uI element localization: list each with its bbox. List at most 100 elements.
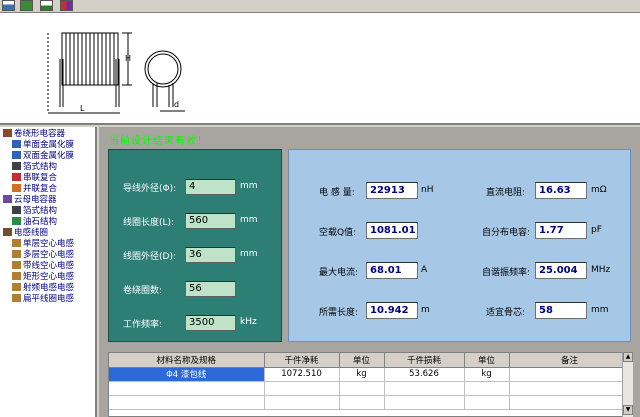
table-cell[interactable] [384,381,465,396]
frequency-input[interactable]: 3500 [185,315,236,331]
table-row[interactable] [109,381,628,396]
film-icon [12,140,21,148]
column-header[interactable]: 千件损耗 [384,353,465,368]
new-icon[interactable] [2,0,15,11]
table-cell[interactable]: 1072.510 [264,367,340,382]
column-header[interactable]: 材料名称及规格 [109,353,265,368]
tree-item[interactable]: 箔式结构 [12,162,57,173]
output-unit: pF [591,225,602,235]
tree-item[interactable]: 双面金属化膜 [12,151,74,162]
coil-diameter-input[interactable]: 36 [185,247,236,263]
table-cell[interactable] [339,395,385,410]
tree-item[interactable]: 并联复合 [12,184,57,195]
mica-icon [3,195,12,203]
table-cell[interactable]: kg [464,367,510,382]
output-core-diameter: 适宜骨芯: 58 mm [464,302,632,319]
column-header[interactable]: 单位 [464,353,510,368]
output-label: 自分布电容: [482,228,531,238]
tree-item[interactable]: 射频电感电感 [12,283,74,294]
q-value[interactable]: 1081.01 [366,222,418,239]
tree-item-label: 扁平线圈电感 [23,294,75,304]
foil-icon [12,206,21,214]
output-panel: 电 感 量: 22913 nH 空载Q值: 1081.01 最大电流: 68.0… [288,149,631,342]
tree-item[interactable]: 多层空心电感 [12,250,74,261]
tree-item[interactable]: 矩形空心电感 [12,272,74,283]
output-label: 空载Q值: [319,228,357,238]
save-icon[interactable] [20,0,33,11]
table-cell[interactable] [509,367,628,382]
table-cell[interactable] [339,381,385,396]
tree-item[interactable]: 油石结构 [12,217,57,228]
core-diameter-value[interactable]: 58 [535,302,587,319]
column-header[interactable]: 千件净耗 [264,353,340,368]
coil-side-view [47,32,132,114]
diameter-label: d [174,100,179,109]
parallel-icon [12,184,21,192]
table-cell[interactable]: kg [339,367,385,382]
tree-item[interactable]: 箔式结构 [12,206,57,217]
inductance-value[interactable]: 22913 [366,182,418,199]
table-cell[interactable] [464,381,510,396]
foil-icon [12,162,21,170]
tree-item[interactable]: 云母电容器 [3,195,57,206]
tree-item-label: 串联复合 [23,173,58,183]
table-cell[interactable] [109,381,265,396]
table-cell[interactable] [509,395,628,410]
output-unit: m [421,305,430,315]
coil-icon [12,283,21,291]
coil-icon [12,250,21,258]
tree-item[interactable]: 串联复合 [12,173,57,184]
table-cell[interactable]: Φ4 漆包线 [109,367,265,382]
turns-input[interactable]: 56 [185,281,236,297]
tree-item-label: 油石结构 [23,217,58,227]
tree-item-label: 云母电容器 [14,195,57,205]
book-icon[interactable] [60,0,73,11]
table-cell[interactable] [109,395,265,410]
tree-item[interactable]: 电感线圈 [3,228,48,239]
table-cell[interactable] [264,381,340,396]
output-max-current: 最大电流: 68.01 A [289,262,449,279]
output-label: 电 感 量: [319,188,355,198]
materials-table: 材料名称及规格 千件净耗 单位 千件损耗 单位 备注 Φ4 漆包线 1072.5… [108,352,629,417]
scroll-up-icon[interactable]: ▲ [623,352,633,362]
table-scrollbar[interactable]: ▲ ▼ [622,352,633,417]
output-label: 适宜骨芯: [486,308,526,318]
tree-item[interactable]: 单层空心电感 [12,239,74,250]
column-header[interactable]: 单位 [339,353,385,368]
self-resonant-value[interactable]: 25.004 [535,262,587,279]
tree-item[interactable]: 带线空心电感 [12,261,74,272]
table-row[interactable] [109,395,628,410]
tree-item-label: 单面金属化膜 [23,140,75,150]
tree-item[interactable]: 卷绕形电容器 [3,129,65,140]
output-dc-resistance: 直流电阻: 16.63 mΩ [464,182,632,199]
input-coil-length: 线圈长度(L): 560 mm [109,213,283,229]
tree-item-label: 卷绕形电容器 [14,129,66,139]
table-row[interactable]: Φ4 漆包线 1072.510 kg 53.626 kg [109,367,628,382]
output-label: 自谐振频率: [482,268,531,278]
table-cell[interactable] [264,395,340,410]
coil-length-input[interactable]: 560 [185,213,236,229]
output-unit: MHz [591,265,611,275]
table-cell[interactable] [509,381,628,396]
output-label: 直流电阻: [486,188,526,198]
input-unit: mm [240,215,258,225]
table-cell[interactable]: 53.626 [384,367,465,382]
capacitor-icon [3,129,12,137]
table-cell[interactable] [464,395,510,410]
output-unit: A [421,265,428,275]
max-current-value[interactable]: 68.01 [366,262,418,279]
wire-diameter-input[interactable]: 4 [185,179,236,195]
dc-resistance-value[interactable]: 16.63 [535,182,587,199]
tree-item[interactable]: 单面金属化膜 [12,140,74,151]
tree-item-label: 带线空心电感 [23,261,75,271]
self-capacitance-value[interactable]: 1.77 [535,222,587,239]
scroll-down-icon[interactable]: ▼ [623,405,633,415]
tree-item[interactable]: 扁平线圈电感 [12,294,74,305]
output-self-capacitance: 自分布电容: 1.77 pF [464,222,632,239]
print-icon[interactable] [40,0,53,11]
input-label: 导线外径(Φ): [123,184,177,194]
table-cell[interactable] [384,395,465,410]
column-header[interactable]: 备注 [509,353,628,368]
output-inductance: 电 感 量: 22913 nH [289,182,449,199]
wire-length-value[interactable]: 10.942 [366,302,418,319]
